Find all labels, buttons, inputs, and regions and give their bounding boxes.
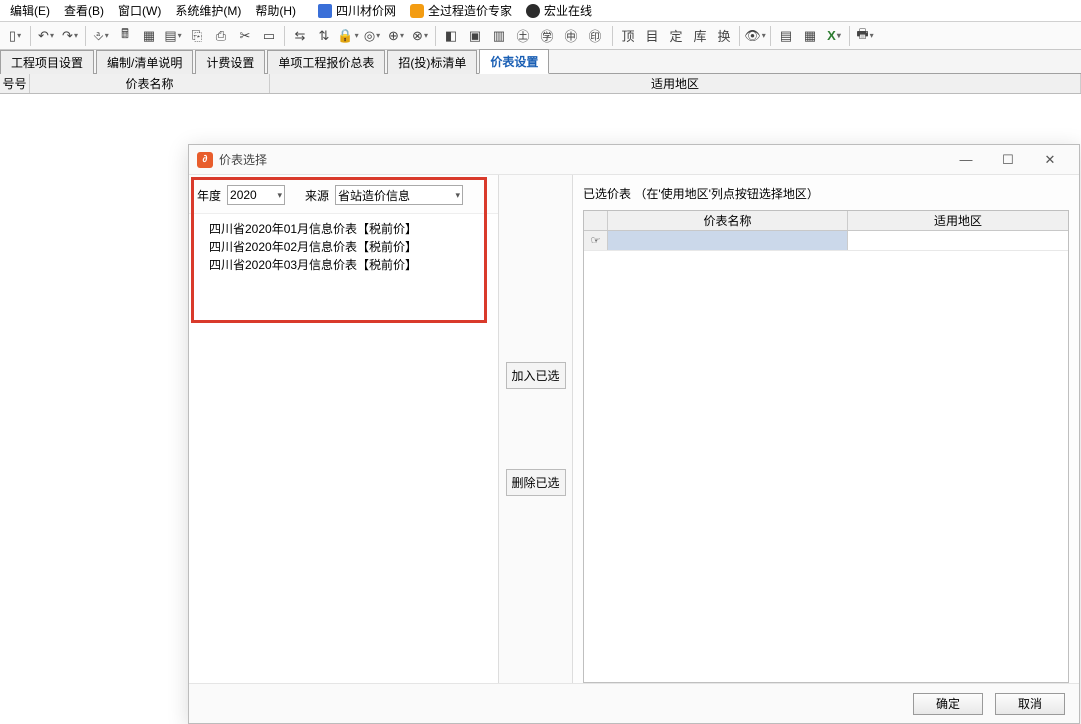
menu-view[interactable]: 查看(B) — [58, 0, 110, 21]
tb-redo[interactable]: ↷ — [59, 25, 81, 47]
chevron-down-icon: ▾ — [456, 190, 461, 201]
col-seq: 号号 — [0, 74, 30, 93]
menu-maintain[interactable]: 系统维护(M) — [169, 0, 247, 21]
tb-btn-7[interactable]: ▭ — [258, 25, 280, 47]
right-pane: 已选价表 （在'使用地区'列点按钮选择地区） 价表名称 适用地区 ☞ — [573, 175, 1079, 683]
tb-eye[interactable]: 👁 — [744, 25, 766, 47]
selected-row[interactable]: ☞ — [584, 231, 1068, 251]
tb-btn-ins[interactable]: ⎀ — [90, 25, 112, 47]
tb-circ-4[interactable]: ㊞ — [584, 25, 606, 47]
selected-name-cell[interactable] — [608, 231, 848, 250]
tb-circ-1[interactable]: ㊏ — [512, 25, 534, 47]
tb-sq-3[interactable]: 定 — [665, 25, 687, 47]
available-list[interactable]: 四川省2020年01月信息价表【税前价】 四川省2020年02月信息价表【税前价… — [189, 213, 498, 683]
tb-layout-1[interactable]: ◧ — [440, 25, 462, 47]
tb-btn-1[interactable]: ▯ — [4, 25, 26, 47]
tb-btn-8[interactable]: ⇆ — [289, 25, 311, 47]
tb-excel[interactable]: X — [823, 25, 845, 47]
year-label: 年度 — [197, 187, 221, 204]
ext-link-2[interactable]: 全过程造价专家 — [404, 2, 518, 19]
left-pane: 年度 2020 ▾ 来源 省站造价信息 ▾ 四川省2020年01月信息价表【税前… — [189, 175, 499, 683]
menu-window[interactable]: 窗口(W) — [112, 0, 167, 21]
ext-icon-2 — [410, 4, 424, 18]
tb-print[interactable]: 🖶 — [854, 25, 876, 47]
year-select[interactable]: 2020 ▾ — [227, 185, 285, 205]
ext-icon-1 — [318, 4, 332, 18]
tb-btn-calc[interactable]: 🖩 — [114, 25, 136, 47]
ext-link-1[interactable]: 四川材价网 — [312, 2, 402, 19]
tb-btn-grid[interactable]: ▦ — [138, 25, 160, 47]
tabs: 工程项目设置 编制/清单说明 计费设置 单项工程报价总表 招(投)标清单 价表设… — [0, 50, 1081, 74]
tb-layout-3[interactable]: ▥ — [488, 25, 510, 47]
source-select[interactable]: 省站造价信息 ▾ — [335, 185, 463, 205]
tb-sq-4[interactable]: 库 — [689, 25, 711, 47]
add-selected-button[interactable]: 加入已选 — [506, 362, 566, 389]
selected-grid: 价表名称 适用地区 ☞ — [583, 210, 1069, 683]
year-value: 2020 — [230, 188, 257, 202]
source-label: 来源 — [305, 187, 329, 204]
row-indicator-icon: ☞ — [584, 231, 608, 250]
selected-region-cell[interactable] — [848, 231, 1068, 250]
tb-btn-11[interactable]: ⊕ — [385, 25, 407, 47]
tb-btn-4[interactable]: ▤ — [162, 25, 184, 47]
menu-bar: 编辑(E) 查看(B) 窗口(W) 系统维护(M) 帮助(H) 四川材价网 全过… — [0, 0, 1081, 22]
tab-project-settings[interactable]: 工程项目设置 — [0, 50, 94, 74]
ext-icon-3 — [526, 4, 540, 18]
sel-col-indicator — [584, 211, 608, 230]
tb-btn-9[interactable]: ⇅ — [313, 25, 335, 47]
tab-price-table[interactable]: 价表设置 — [479, 49, 549, 74]
tb-sq-1[interactable]: 顶 — [617, 25, 639, 47]
tb-layout-2[interactable]: ▣ — [464, 25, 486, 47]
toolbar: ▯ ↶ ↷ ⎀ 🖩 ▦ ▤ ⎘ ⎙ ✂ ▭ ⇆ ⇅ 🔒 ◎ ⊕ ⊗ ◧ ▣ ▥ … — [0, 22, 1081, 50]
minimize-button[interactable]: — — [945, 146, 987, 174]
tb-circ-3[interactable]: ㊥ — [560, 25, 582, 47]
chevron-down-icon: ▾ — [277, 190, 282, 201]
tb-btn-6[interactable]: ⎙ — [210, 25, 232, 47]
col-name: 价表名称 — [30, 74, 270, 93]
tb-btn-5[interactable]: ⎘ — [186, 25, 208, 47]
tb-sq-2[interactable]: 目 — [641, 25, 663, 47]
ext-label-1: 四川材价网 — [336, 2, 396, 19]
tb-undo[interactable]: ↶ — [35, 25, 57, 47]
list-item[interactable]: 四川省2020年01月信息价表【税前价】 — [193, 220, 494, 238]
tb-cut[interactable]: ✂ — [234, 25, 256, 47]
ok-button[interactable]: 确定 — [913, 693, 983, 715]
tb-lock[interactable]: 🔒 — [337, 25, 359, 47]
ext-link-3[interactable]: 宏业在线 — [520, 2, 598, 19]
dialog-icon: ∂ — [197, 152, 213, 168]
tb-pict[interactable]: ▦ — [799, 25, 821, 47]
tb-btn-12[interactable]: ⊗ — [409, 25, 431, 47]
price-table-dialog: ∂ 价表选择 — ☐ ✕ 年度 2020 ▾ 来源 省站造价信息 ▾ — [188, 144, 1080, 724]
tab-bid-list[interactable]: 招(投)标清单 — [387, 50, 477, 74]
maximize-button[interactable]: ☐ — [987, 146, 1029, 174]
sel-col-region: 适用地区 — [848, 211, 1068, 230]
cancel-button[interactable]: 取消 — [995, 693, 1065, 715]
list-item[interactable]: 四川省2020年02月信息价表【税前价】 — [193, 238, 494, 256]
ext-label-3: 宏业在线 — [544, 2, 592, 19]
tab-quote-summary[interactable]: 单项工程报价总表 — [267, 50, 385, 74]
source-value: 省站造价信息 — [338, 187, 410, 204]
list-item[interactable]: 四川省2020年03月信息价表【税前价】 — [193, 256, 494, 274]
selected-title: 已选价表 （在'使用地区'列点按钮选择地区） — [583, 185, 1069, 202]
tb-form[interactable]: ▤ — [775, 25, 797, 47]
grid-header: 号号 价表名称 适用地区 — [0, 74, 1081, 94]
middle-pane: 加入已选 删除已选 — [499, 175, 573, 683]
tb-circ-2[interactable]: ㊫ — [536, 25, 558, 47]
remove-selected-button[interactable]: 删除已选 — [506, 469, 566, 496]
tb-sq-5[interactable]: 换 — [713, 25, 735, 47]
tb-btn-10[interactable]: ◎ — [361, 25, 383, 47]
dialog-footer: 确定 取消 — [189, 683, 1079, 723]
tab-fee-settings[interactable]: 计费设置 — [195, 50, 265, 74]
tab-list-desc[interactable]: 编制/清单说明 — [96, 50, 193, 74]
filters-row: 年度 2020 ▾ 来源 省站造价信息 ▾ — [189, 175, 498, 213]
ext-label-2: 全过程造价专家 — [428, 2, 512, 19]
menu-help[interactable]: 帮助(H) — [249, 0, 302, 21]
dialog-titlebar: ∂ 价表选择 — ☐ ✕ — [189, 145, 1079, 175]
menu-edit[interactable]: 编辑(E) — [4, 0, 56, 21]
close-button[interactable]: ✕ — [1029, 146, 1071, 174]
dialog-title-text: 价表选择 — [219, 151, 267, 168]
sel-col-name: 价表名称 — [608, 211, 848, 230]
col-region: 适用地区 — [270, 74, 1081, 93]
